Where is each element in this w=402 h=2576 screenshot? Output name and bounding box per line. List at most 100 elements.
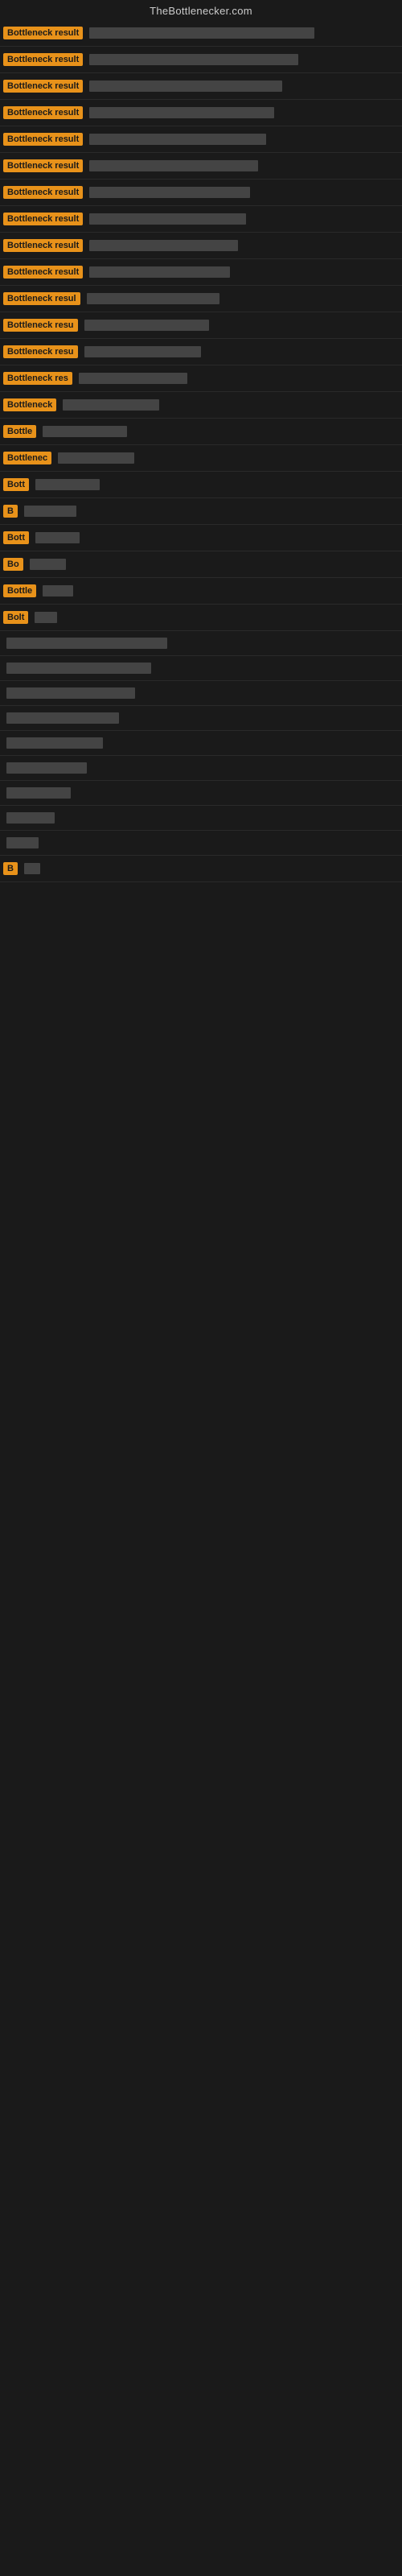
- bottleneck-badge[interactable]: Bottleneck result: [3, 159, 83, 172]
- bar: [35, 532, 80, 543]
- bottleneck-badge[interactable]: Bottleneck: [3, 398, 56, 411]
- bar-area: [3, 687, 399, 699]
- table-row: Bottleneck: [0, 392, 402, 419]
- bottleneck-badge[interactable]: Bottleneck resu: [3, 319, 78, 332]
- bottleneck-badge[interactable]: Bolt: [3, 611, 28, 624]
- table-row: [0, 806, 402, 831]
- bar-area: [72, 373, 399, 384]
- table-row: Bottleneck result: [0, 259, 402, 286]
- bar-area: [29, 479, 399, 490]
- bar: [89, 187, 250, 198]
- bar: [89, 266, 230, 278]
- bar: [6, 712, 119, 724]
- table-row: Bottleneck resu: [0, 312, 402, 339]
- bar: [6, 737, 103, 749]
- bar-area: [83, 80, 399, 92]
- bar-area: [18, 863, 399, 874]
- bar-area: [83, 240, 399, 251]
- table-row: [0, 831, 402, 856]
- table-row: Bott: [0, 525, 402, 551]
- bar-area: [3, 837, 399, 848]
- bar-area: [83, 266, 399, 278]
- bottleneck-badge[interactable]: Bottleneck resul: [3, 292, 80, 305]
- table-row: Bottleneck res: [0, 365, 402, 392]
- table-row: Bottleneck result: [0, 126, 402, 153]
- table-row: [0, 681, 402, 706]
- bar-area: [3, 638, 399, 649]
- bottleneck-badge[interactable]: Bott: [3, 478, 29, 491]
- bar: [6, 787, 71, 799]
- bar-area: [18, 506, 399, 517]
- bar-area: [83, 54, 399, 65]
- table-row: [0, 706, 402, 731]
- bar-area: [23, 559, 399, 570]
- bottleneck-badge[interactable]: Bottle: [3, 584, 36, 597]
- table-row: Bo: [0, 551, 402, 578]
- bottleneck-badge[interactable]: Bo: [3, 558, 23, 571]
- table-row: Bottlenec: [0, 445, 402, 472]
- bar-area: [83, 134, 399, 145]
- table-row: [0, 731, 402, 756]
- bar: [30, 559, 66, 570]
- bar-area: [83, 213, 399, 225]
- bar-area: [78, 346, 399, 357]
- bottleneck-badge[interactable]: Bottleneck result: [3, 80, 83, 93]
- bar: [24, 506, 76, 517]
- bottleneck-badge[interactable]: Bottle: [3, 425, 36, 438]
- table-row: [0, 756, 402, 781]
- table-row: Bottleneck result: [0, 100, 402, 126]
- bottleneck-badge[interactable]: Bottleneck result: [3, 106, 83, 119]
- bar-area: [36, 426, 399, 437]
- bar-area: [83, 160, 399, 171]
- table-row: [0, 781, 402, 806]
- bar: [89, 27, 314, 39]
- table-row: [0, 656, 402, 681]
- bottleneck-badge[interactable]: B: [3, 862, 18, 875]
- bottleneck-badge[interactable]: Bottleneck result: [3, 266, 83, 279]
- table-row: Bottleneck result: [0, 73, 402, 100]
- bottleneck-badge[interactable]: Bottleneck result: [3, 213, 83, 225]
- bar: [6, 762, 87, 774]
- bar: [79, 373, 187, 384]
- bar-area: [3, 737, 399, 749]
- bar: [87, 293, 219, 304]
- table-row: Bottleneck result: [0, 233, 402, 259]
- bar-area: [29, 532, 399, 543]
- bottleneck-badge[interactable]: Bottleneck result: [3, 53, 83, 66]
- bar: [89, 107, 274, 118]
- bar-area: [51, 452, 399, 464]
- bottleneck-badge[interactable]: Bottleneck result: [3, 186, 83, 199]
- bar-area: [83, 27, 399, 39]
- bottleneck-badge[interactable]: Bottleneck res: [3, 372, 72, 385]
- bottleneck-badge[interactable]: Bottleneck result: [3, 133, 83, 146]
- site-title: TheBottlenecker.com: [0, 0, 402, 20]
- bar: [89, 213, 246, 225]
- bar-area: [3, 712, 399, 724]
- bottleneck-badge[interactable]: Bottleneck result: [3, 239, 83, 252]
- table-row: [0, 631, 402, 656]
- table-row: B: [0, 856, 402, 882]
- table-row: Bottleneck resu: [0, 339, 402, 365]
- table-row: Bottleneck result: [0, 206, 402, 233]
- bottleneck-badge[interactable]: Bottlenec: [3, 452, 51, 464]
- bar: [6, 812, 55, 824]
- table-row: Bolt: [0, 605, 402, 631]
- bottleneck-badge[interactable]: Bottleneck resu: [3, 345, 78, 358]
- bar-area: [83, 187, 399, 198]
- bar: [89, 54, 298, 65]
- bar-area: [28, 612, 399, 623]
- bar: [89, 160, 258, 171]
- bar-area: [83, 107, 399, 118]
- bar: [6, 663, 151, 674]
- bar: [89, 134, 266, 145]
- bar: [35, 612, 57, 623]
- bar: [43, 585, 73, 597]
- bottleneck-badge[interactable]: B: [3, 505, 18, 518]
- bottleneck-badge[interactable]: Bottleneck result: [3, 27, 83, 39]
- bottleneck-badge[interactable]: Bott: [3, 531, 29, 544]
- bar: [89, 80, 282, 92]
- table-row: Bott: [0, 472, 402, 498]
- bar-area: [78, 320, 399, 331]
- bar: [43, 426, 127, 437]
- table-row: Bottleneck result: [0, 20, 402, 47]
